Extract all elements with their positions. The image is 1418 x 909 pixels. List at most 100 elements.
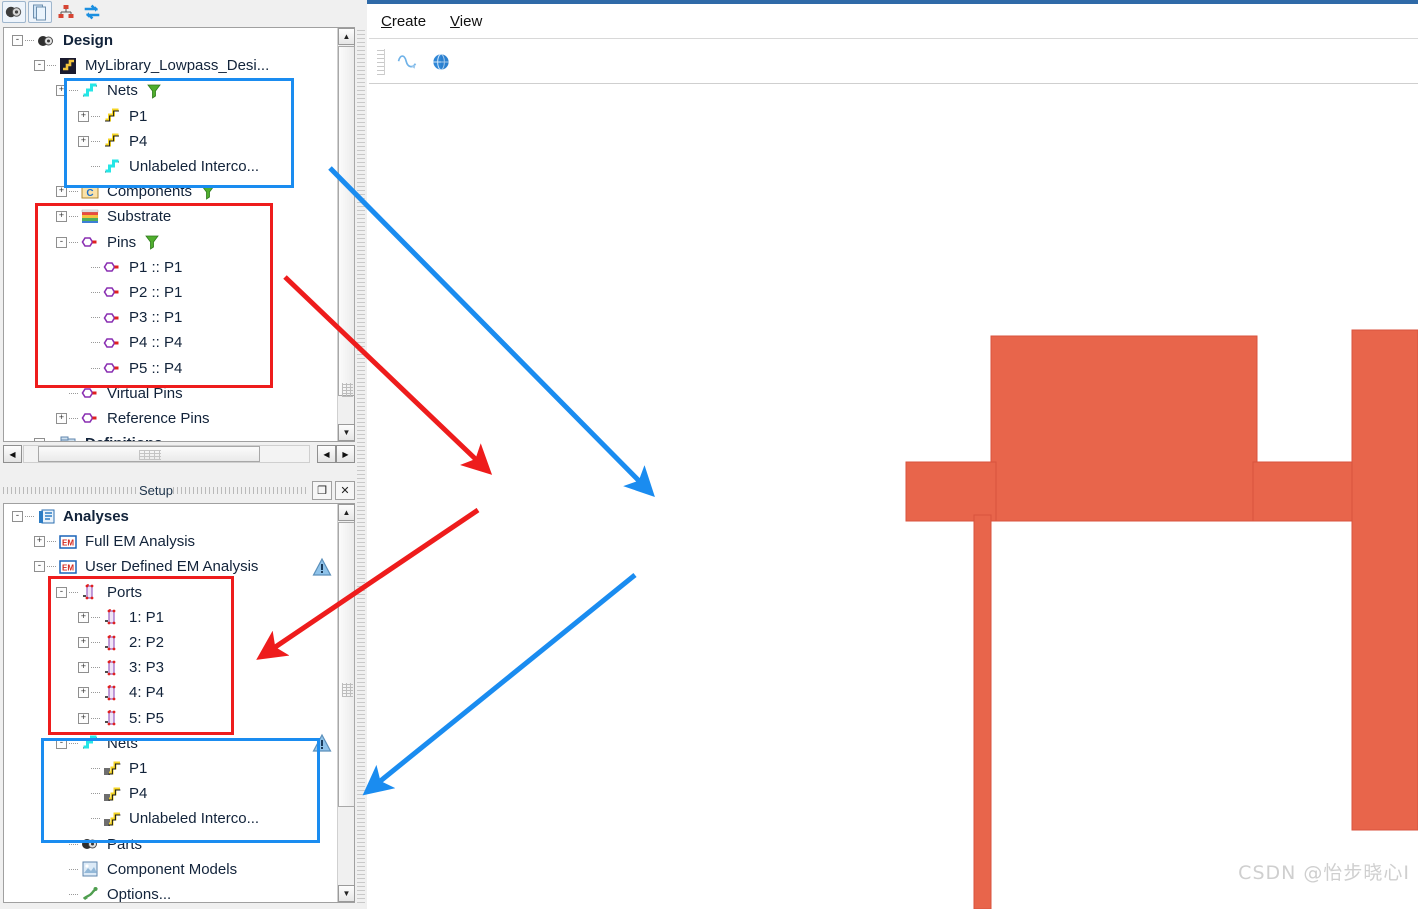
- tree-item-p4[interactable]: + P4: [4, 129, 336, 154]
- tree-item-p1[interactable]: + P1: [4, 104, 336, 129]
- tree-connector: [91, 140, 100, 142]
- metal-left-stub[interactable]: [905, 461, 997, 522]
- substrate-icon: [81, 208, 101, 226]
- tree-item-nets[interactable]: - Nets: [4, 731, 336, 756]
- collapse-toggle-icon[interactable]: -: [12, 35, 23, 47]
- metal-vertical-trace[interactable]: [973, 514, 992, 909]
- tree-item-p1-p1[interactable]: P1 :: P1: [4, 255, 336, 280]
- expand-toggle-icon[interactable]: +: [78, 110, 89, 122]
- tree-item-component-models[interactable]: Component Models: [4, 857, 336, 882]
- scroll-up-arrow-icon[interactable]: ▲: [338, 28, 355, 45]
- expand-toggle-icon[interactable]: +: [56, 211, 67, 223]
- collapse-toggle-icon[interactable]: -: [34, 561, 45, 573]
- dock-splitter[interactable]: [357, 27, 365, 903]
- tree-item-design[interactable]: - Design: [4, 28, 336, 53]
- tree-item-virtual-pins[interactable]: Virtual Pins: [4, 381, 336, 406]
- toolbar-grip[interactable]: [377, 48, 385, 75]
- menu-create[interactable]: Create: [381, 13, 426, 30]
- tree-connector: [91, 667, 100, 669]
- tree-item-4-p4[interactable]: +4: P4: [4, 680, 336, 705]
- collapse-toggle-icon[interactable]: -: [34, 438, 45, 441]
- setup-scroll-thumb[interactable]: [338, 522, 355, 807]
- layout-canvas[interactable]: [369, 85, 1418, 909]
- restore-panel-button[interactable]: ❐: [312, 480, 333, 500]
- tree-item-full-em-analysis[interactable]: + EM Full EM Analysis: [4, 529, 336, 554]
- collapse-toggle-icon[interactable]: -: [34, 60, 45, 72]
- tree-item-components[interactable]: + C Components: [4, 179, 336, 204]
- port-icon: [103, 634, 123, 652]
- tree-item-ports[interactable]: - Ports: [4, 580, 336, 605]
- copy-icon[interactable]: [28, 1, 52, 23]
- expand-toggle-icon[interactable]: +: [78, 712, 89, 724]
- setup-scroll-down-arrow-icon[interactable]: ▼: [338, 885, 355, 902]
- tree-item-analyses[interactable]: - Analyses: [4, 504, 336, 529]
- expand-toggle-icon[interactable]: +: [56, 186, 67, 198]
- expand-toggle-icon[interactable]: +: [78, 135, 89, 147]
- project-tree-vscrollbar[interactable]: ▲ ▼: [337, 28, 355, 441]
- collapse-toggle-icon[interactable]: -: [56, 236, 67, 248]
- menu-view[interactable]: View: [450, 13, 482, 30]
- scroll-left-arrow-icon[interactable]: ◀: [3, 445, 22, 463]
- scroll-down-arrow-icon[interactable]: ▼: [338, 424, 355, 441]
- setup-tree[interactable]: - Analyses + EM Full EM Analysis - EM User Defi…: [4, 504, 336, 902]
- scroll-thumb[interactable]: [338, 46, 355, 397]
- tree-item-p4-p4[interactable]: P4 :: P4: [4, 330, 336, 355]
- refresh-icon[interactable]: [80, 1, 104, 23]
- tree-item-substrate[interactable]: + Substrate: [4, 204, 336, 229]
- page-right-button[interactable]: ▶: [336, 445, 355, 463]
- design-view-icon[interactable]: [2, 1, 26, 23]
- tree-item-p4[interactable]: P4: [4, 781, 336, 806]
- tree-item-pins[interactable]: - Pins: [4, 230, 336, 255]
- tree-connector: [91, 692, 100, 694]
- curve-tool-icon[interactable]: [395, 51, 419, 73]
- tree-item-unlabeled-interco[interactable]: Unlabeled Interco...: [4, 154, 336, 179]
- page-left-button[interactable]: ◀: [317, 445, 336, 463]
- expand-toggle-icon[interactable]: +: [78, 637, 89, 649]
- setup-scroll-up-arrow-icon[interactable]: ▲: [338, 504, 355, 521]
- tree-item-unlabeled-interco[interactable]: Unlabeled Interco...: [4, 806, 336, 831]
- em-icon: EM: [59, 558, 79, 576]
- hierarchy-icon[interactable]: [54, 1, 78, 23]
- setup-tree-vscrollbar[interactable]: ▲ ▼: [337, 504, 355, 902]
- collapse-toggle-icon[interactable]: -: [56, 586, 67, 598]
- tree-item-definitions[interactable]: - Definitions: [4, 431, 336, 441]
- expand-toggle-icon[interactable]: +: [78, 662, 89, 674]
- tree-item-p3-p1[interactable]: P3 :: P1: [4, 305, 336, 330]
- tree-item-mylibrary-lowpass-desi[interactable]: - MyLibrary_Lowpass_Desi...: [4, 53, 336, 78]
- tree-item-user-defined-em-analysis[interactable]: - EM User Defined EM Analysis: [4, 554, 336, 579]
- tree-item-p5-p4[interactable]: P5 :: P4: [4, 355, 336, 380]
- tree-item-parts[interactable]: Parts: [4, 831, 336, 856]
- tree-item-label: Pins: [107, 233, 137, 251]
- tree-connector: [69, 392, 78, 394]
- tree-item-5-p5[interactable]: +5: P5: [4, 706, 336, 731]
- tree-item-reference-pins[interactable]: + Reference Pins: [4, 406, 336, 431]
- project-tree[interactable]: - Design - MyLibrary_Lowpass_Desi... + Nets + P…: [4, 28, 336, 441]
- tree-item-p2-p1[interactable]: P2 :: P1: [4, 280, 336, 305]
- expand-toggle-icon[interactable]: +: [56, 85, 67, 97]
- expand-toggle-icon[interactable]: +: [56, 412, 67, 424]
- collapse-toggle-icon[interactable]: -: [56, 737, 67, 749]
- tree-item-1-p1[interactable]: +1: P1: [4, 605, 336, 630]
- tree-item-2-p2[interactable]: +2: P2: [4, 630, 336, 655]
- window-accent-bar: [367, 0, 1418, 4]
- hscroll-thumb[interactable]: [38, 446, 260, 462]
- metal-right-block[interactable]: [1351, 329, 1418, 831]
- tree-connector: [47, 566, 56, 568]
- setup-panel-titlebar: Setup ❐ ✕: [3, 478, 356, 502]
- project-tree-hscrollbar[interactable]: ◀ ◀ ▶: [3, 444, 355, 464]
- net-icon-yellow-sm: [103, 759, 123, 777]
- tree-item-3-p3[interactable]: +3: P3: [4, 655, 336, 680]
- expand-toggle-icon[interactable]: +: [78, 611, 89, 623]
- collapse-toggle-icon[interactable]: -: [12, 511, 23, 523]
- expand-toggle-icon[interactable]: +: [78, 687, 89, 699]
- tree-item-nets[interactable]: + Nets: [4, 78, 336, 103]
- tree-item-p1[interactable]: P1: [4, 756, 336, 781]
- tree-item-options[interactable]: Options...: [4, 882, 336, 902]
- metal-main-block[interactable]: [990, 335, 1258, 522]
- hscroll-track[interactable]: [23, 445, 310, 463]
- net-icon-yellow: [103, 132, 123, 150]
- warning-icon: [312, 733, 332, 753]
- close-panel-button[interactable]: ✕: [335, 480, 356, 500]
- globe-icon[interactable]: [429, 51, 453, 73]
- expand-toggle-icon[interactable]: +: [34, 536, 45, 548]
